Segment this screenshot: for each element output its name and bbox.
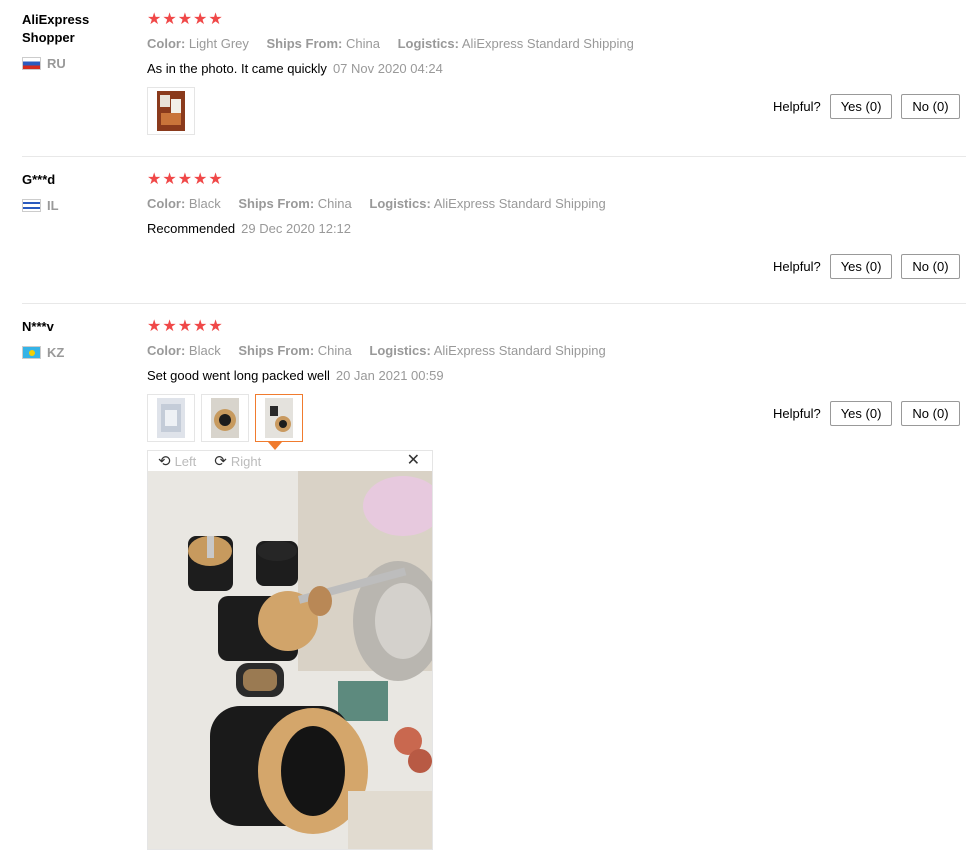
helpful-section: Helpful? Yes (0) No (0) — [773, 401, 960, 426]
color-label: Color: — [147, 36, 186, 51]
review-date: 29 Dec 2020 12:12 — [241, 221, 352, 236]
logistics-label: Logistics: — [369, 196, 431, 211]
logistics-label: Logistics: — [397, 36, 459, 51]
color-label: Color: — [147, 343, 186, 358]
order-properties: Color: Black Ships From: China Logistics… — [147, 196, 606, 211]
flag-icon — [22, 57, 41, 70]
logistics-label: Logistics: — [369, 343, 431, 358]
reviewer-country: KZ — [22, 345, 64, 360]
review-comment: Recommended 29 Dec 2020 12:12 — [147, 221, 351, 236]
helpful-no-button[interactable]: No (0) — [901, 254, 960, 279]
reviewer-name: G***d — [22, 172, 56, 187]
flag-icon — [22, 199, 41, 212]
photo-image — [157, 398, 185, 438]
photo-image — [157, 91, 185, 131]
helpful-yes-button[interactable]: Yes (0) — [829, 94, 893, 119]
reviewer-country: IL — [22, 198, 59, 213]
photo-viewer: ⟲ Left ⟳ Right ✕ — [147, 450, 433, 850]
close-icon[interactable]: ✕ — [407, 451, 420, 471]
color-value: Light Grey — [188, 36, 249, 51]
review-photos — [147, 87, 195, 135]
ships-from-value: China — [345, 36, 380, 51]
logistics-value: AliExpress Standard Shipping — [433, 343, 606, 358]
rotate-right-icon[interactable]: ⟳ — [214, 452, 227, 470]
color-value: Black — [188, 343, 221, 358]
country-code: KZ — [47, 345, 65, 360]
review-date: 20 Jan 2021 00:59 — [335, 368, 444, 383]
review-divider — [22, 303, 966, 304]
country-code: IL — [47, 198, 59, 213]
helpful-section: Helpful? Yes (0) No (0) — [773, 254, 960, 279]
review-comment: Set good went long packed well 20 Jan 202… — [147, 368, 444, 383]
review-photos — [147, 394, 303, 442]
logistics-value: AliExpress Standard Shipping — [461, 36, 634, 51]
review-date: 07 Nov 2020 04:24 — [332, 61, 443, 76]
ships-from-label: Ships From: — [238, 343, 315, 358]
rotate-right-button[interactable]: Right — [231, 454, 261, 469]
logistics-value: AliExpress Standard Shipping — [433, 196, 606, 211]
ships-from-label: Ships From: — [238, 196, 315, 211]
viewer-photo — [148, 471, 432, 849]
viewer-pointer — [268, 442, 282, 450]
review-text: Set good went long packed well — [147, 368, 330, 383]
review-text: Recommended — [147, 221, 236, 236]
order-properties: Color: Light Grey Ships From: China Logi… — [147, 36, 634, 51]
helpful-label: Helpful? — [773, 99, 821, 114]
ships-from-value: China — [317, 196, 352, 211]
review-photo-thumbnail[interactable] — [147, 394, 195, 442]
ships-from-value: China — [317, 343, 352, 358]
helpful-label: Helpful? — [773, 406, 821, 421]
helpful-section: Helpful? Yes (0) No (0) — [773, 94, 960, 119]
country-code: RU — [47, 56, 66, 71]
star-rating: ★★★★★ — [147, 171, 224, 188]
reviewer-name: AliExpress Shopper — [22, 12, 90, 45]
helpful-yes-button[interactable]: Yes (0) — [829, 401, 893, 426]
reviewer-name: N***v — [22, 319, 54, 334]
photo-image — [265, 398, 293, 438]
review-photo-thumbnail[interactable] — [201, 394, 249, 442]
color-value: Black — [188, 196, 221, 211]
review-photo-thumbnail[interactable] — [147, 87, 195, 135]
star-rating: ★★★★★ — [147, 11, 224, 28]
viewer-toolbar: ⟲ Left ⟳ Right ✕ — [148, 451, 432, 471]
photo-image — [211, 398, 239, 438]
helpful-no-button[interactable]: No (0) — [901, 401, 960, 426]
review-text: As in the photo. It came quickly — [147, 61, 327, 76]
helpful-no-button[interactable]: No (0) — [901, 94, 960, 119]
color-label: Color: — [147, 196, 186, 211]
flag-icon — [22, 346, 41, 359]
ships-from-label: Ships From: — [266, 36, 343, 51]
review-photo-thumbnail-selected[interactable] — [255, 394, 303, 442]
star-rating: ★★★★★ — [147, 318, 224, 335]
order-properties: Color: Black Ships From: China Logistics… — [147, 343, 606, 358]
helpful-yes-button[interactable]: Yes (0) — [829, 254, 893, 279]
review-divider — [22, 156, 966, 157]
rotate-left-button[interactable]: Left — [175, 454, 197, 469]
helpful-label: Helpful? — [773, 259, 821, 274]
reviewer-country: RU — [22, 56, 66, 71]
review-comment: As in the photo. It came quickly 07 Nov 2… — [147, 61, 443, 76]
rotate-left-icon[interactable]: ⟲ — [158, 452, 171, 470]
